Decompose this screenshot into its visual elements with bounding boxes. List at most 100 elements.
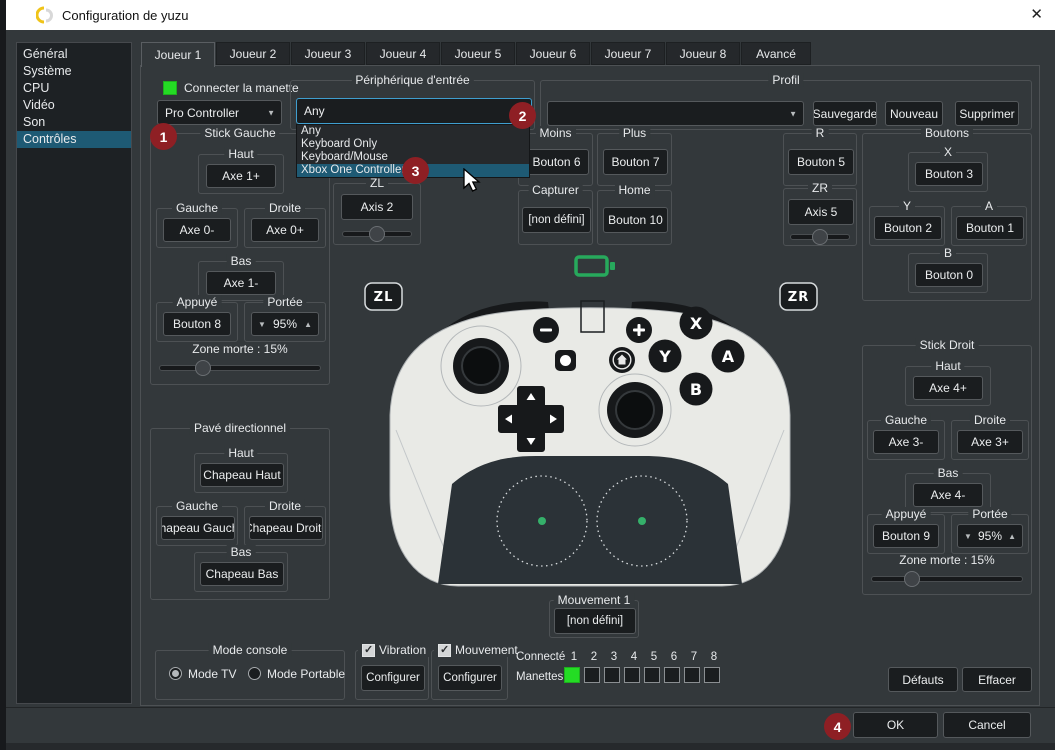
tab-joueur-4[interactable]: Joueur 4 <box>366 42 440 65</box>
spin-down-icon[interactable]: ▼ <box>258 320 266 329</box>
left-stick-right-button[interactable]: Axe 0+ <box>251 218 319 242</box>
direction-label: Bas <box>227 545 256 559</box>
left-stick-range-spinner[interactable]: ▼ 95% ▲ <box>251 312 319 336</box>
right-stick-up-button[interactable]: Axe 4+ <box>913 376 983 400</box>
dpad-left-button[interactable]: Chapeau Gauche <box>161 516 235 540</box>
tab-joueur-7[interactable]: Joueur 7 <box>591 42 665 65</box>
b-label: B <box>940 246 956 260</box>
zr-group: ZR Axis 5 <box>783 188 857 246</box>
profil-save-button[interactable]: Sauvegarde <box>813 101 877 126</box>
tab-avance[interactable]: Avancé <box>741 42 811 65</box>
port-5-checkbox[interactable] <box>644 667 660 683</box>
spin-up-icon[interactable]: ▲ <box>304 320 312 329</box>
mode-tv-radio[interactable] <box>169 667 182 680</box>
dropdown-option-keyboard-only[interactable]: Keyboard Only <box>297 138 529 151</box>
controller-type-select[interactable]: Pro Controller ▼ <box>157 100 282 125</box>
clear-button[interactable]: Effacer <box>962 667 1032 692</box>
direction-label: Droite <box>970 413 1010 427</box>
left-stick-pressed-button[interactable]: Bouton 8 <box>163 312 231 336</box>
direction-label: Gauche <box>172 201 222 215</box>
console-mode-group: Mode console Mode TV Mode Portable <box>155 650 345 700</box>
right-stick-range-spinner[interactable]: ▼ 95% ▲ <box>957 524 1023 548</box>
motion-checkbox[interactable] <box>438 644 451 657</box>
right-stick-deadzone-slider[interactable] <box>871 571 1023 587</box>
x-face-button: X <box>680 307 713 340</box>
mode-portable-radio[interactable] <box>248 667 261 680</box>
cancel-button[interactable]: Cancel <box>943 712 1031 738</box>
y-button[interactable]: Bouton 2 <box>874 216 942 240</box>
tab-joueur-5[interactable]: Joueur 5 <box>441 42 515 65</box>
plus-button[interactable]: Bouton 7 <box>603 149 668 175</box>
dpad-up-button[interactable]: Chapeau Haut <box>200 463 284 487</box>
sidebar-item-cpu[interactable]: CPU <box>17 80 131 97</box>
input-device-select[interactable]: Any ▼ <box>296 98 532 124</box>
zr-slider[interactable] <box>790 229 850 245</box>
right-stick-left-button[interactable]: Axe 3- <box>873 430 939 454</box>
port-6-checkbox[interactable] <box>664 667 680 683</box>
dpad-right-button[interactable]: Chapeau Droite <box>249 516 323 540</box>
profil-select[interactable]: ▼ <box>547 101 804 126</box>
slider-handle[interactable] <box>369 226 385 242</box>
motion-configure-button[interactable]: Configurer <box>438 665 502 691</box>
sidebar-item-general[interactable]: Général <box>17 46 131 63</box>
motion1-label: Mouvement 1 <box>554 593 635 607</box>
port-1-checkbox[interactable] <box>564 667 580 683</box>
right-stick-down-button[interactable]: Axe 4- <box>913 483 983 507</box>
right-stick-range-box: Portée ▼ 95% ▲ <box>951 514 1029 554</box>
capture-button[interactable]: [non défini] <box>522 207 591 233</box>
defaults-button[interactable]: Défauts <box>888 667 958 692</box>
left-stick-up-button[interactable]: Axe 1+ <box>206 164 276 188</box>
right-stick-right-button[interactable]: Axe 3+ <box>957 430 1023 454</box>
zl-button[interactable]: Axis 2 <box>341 194 413 220</box>
tab-joueur-1[interactable]: Joueur 1 <box>141 42 215 67</box>
slider-handle[interactable] <box>904 571 920 587</box>
svg-text:B: B <box>690 380 702 399</box>
vibration-configure-button[interactable]: Configurer <box>361 665 425 691</box>
r-button[interactable]: Bouton 5 <box>788 149 854 175</box>
right-stick-pressed-button[interactable]: Bouton 9 <box>873 524 939 548</box>
port-7-checkbox[interactable] <box>684 667 700 683</box>
zr-button[interactable]: Axis 5 <box>788 199 854 225</box>
dropdown-option-any[interactable]: Any <box>297 125 529 138</box>
left-stick-icon <box>441 326 521 406</box>
x-button[interactable]: Bouton 3 <box>915 162 983 186</box>
slider-handle[interactable] <box>812 229 828 245</box>
tab-joueur-2[interactable]: Joueur 2 <box>216 42 290 65</box>
port-8-checkbox[interactable] <box>704 667 720 683</box>
close-icon[interactable]: ✕ <box>1030 5 1043 23</box>
tab-joueur-3[interactable]: Joueur 3 <box>291 42 365 65</box>
left-stick-deadzone-slider[interactable] <box>159 360 321 376</box>
sidebar-item-son[interactable]: Son <box>17 114 131 131</box>
zl-group: ZL Axis 2 <box>333 183 421 245</box>
home-button[interactable]: Bouton 10 <box>603 207 668 233</box>
left-stick-down-button[interactable]: Axe 1- <box>206 271 276 295</box>
sidebar-item-controles[interactable]: Contrôles <box>17 131 131 148</box>
port-4-checkbox[interactable] <box>624 667 640 683</box>
motion1-button[interactable]: [non défini] <box>554 608 636 634</box>
direction-label: Gauche <box>172 499 222 513</box>
port-3-checkbox[interactable] <box>604 667 620 683</box>
tab-joueur-8[interactable]: Joueur 8 <box>666 42 740 65</box>
direction-label: Droite <box>265 499 305 513</box>
profil-delete-button[interactable]: Supprimer <box>955 101 1019 126</box>
a-button[interactable]: Bouton 1 <box>956 216 1024 240</box>
minus-button[interactable]: Bouton 6 <box>524 149 589 175</box>
spin-down-icon[interactable]: ▼ <box>964 532 972 541</box>
spin-up-icon[interactable]: ▲ <box>1008 532 1016 541</box>
left-stick-left-button[interactable]: Axe 0- <box>163 218 231 242</box>
b-button[interactable]: Bouton 0 <box>915 263 983 287</box>
minus-icon <box>533 317 559 343</box>
capture-group-label: Capturer <box>528 183 583 197</box>
port-2-checkbox[interactable] <box>584 667 600 683</box>
profil-new-button[interactable]: Nouveau <box>885 101 943 126</box>
slider-handle[interactable] <box>195 360 211 376</box>
vibration-checkbox[interactable] <box>362 644 375 657</box>
left-stick-group-label: Stick Gauche <box>200 126 279 140</box>
ok-button[interactable]: OK <box>853 712 938 738</box>
dpad-down-button[interactable]: Chapeau Bas <box>200 562 284 586</box>
zl-slider[interactable] <box>342 226 412 242</box>
tab-joueur-6[interactable]: Joueur 6 <box>516 42 590 65</box>
connect-controller-checkbox[interactable] <box>163 81 177 95</box>
sidebar-item-systeme[interactable]: Système <box>17 63 131 80</box>
sidebar-item-video[interactable]: Vidéo <box>17 97 131 114</box>
